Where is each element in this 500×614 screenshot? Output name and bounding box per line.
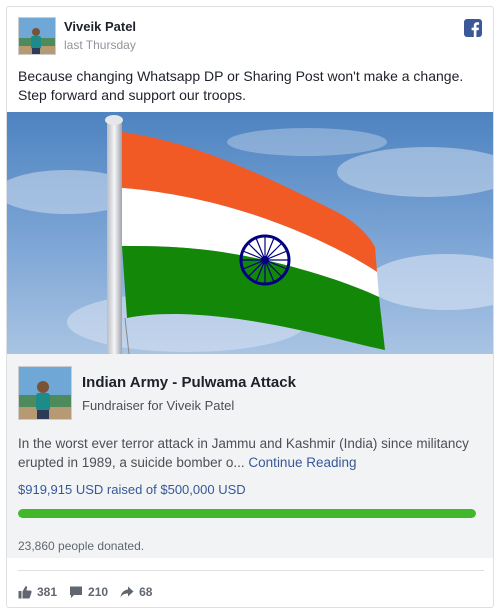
post-card: Viveik Patel last Thursday Because chang… <box>6 6 494 608</box>
indian-flag-image[interactable] <box>7 112 493 354</box>
comment-icon <box>70 586 83 598</box>
post-text-line: Step forward and support our troops. <box>18 87 247 103</box>
author-avatar[interactable] <box>18 17 56 55</box>
fundraiser-avatar[interactable] <box>18 366 72 420</box>
fundraiser-progress-bar <box>18 509 476 518</box>
facebook-logo-icon[interactable] <box>464 19 482 37</box>
fundraiser-subtitle: Fundraiser for Viveik Patel <box>82 398 235 413</box>
raised-amount: $919,915 USD raised of $500,000 USD <box>18 482 246 497</box>
share-count: 68 <box>139 585 153 599</box>
description-text: erupted in 1989, a suicide bomber o... <box>18 455 245 470</box>
description-line: erupted in 1989, a suicide bomber o... C… <box>18 453 486 472</box>
fundraiser-description: In the worst ever terror attack in Jammu… <box>18 434 486 472</box>
comment-count: 210 <box>88 585 109 599</box>
like-action[interactable]: 381 <box>18 585 57 599</box>
author-name[interactable]: Viveik Patel <box>64 19 136 34</box>
post-header: Viveik Patel last Thursday <box>7 7 493 65</box>
post-text-line: Because changing Whatsapp DP or Sharing … <box>18 68 464 84</box>
donation-count: 23,860 people donated. <box>18 539 145 553</box>
post-text: Because changing Whatsapp DP or Sharing … <box>18 67 484 105</box>
like-icon <box>18 586 32 599</box>
description-line: In the worst ever terror attack in Jammu… <box>18 436 469 451</box>
share-icon <box>120 586 134 598</box>
share-action[interactable]: 68 <box>120 585 152 599</box>
continue-reading-link[interactable]: Continue Reading <box>248 455 356 470</box>
post-timestamp[interactable]: last Thursday <box>64 38 136 52</box>
progress-fill <box>18 509 476 518</box>
fundraiser-block[interactable]: Indian Army - Pulwama Attack Fundraiser … <box>7 354 493 558</box>
like-count: 381 <box>37 585 58 599</box>
reaction-bar: 381 210 68 <box>18 583 164 601</box>
fundraiser-title[interactable]: Indian Army - Pulwama Attack <box>82 374 296 391</box>
comment-action[interactable]: 210 <box>69 585 108 599</box>
divider <box>18 570 484 571</box>
